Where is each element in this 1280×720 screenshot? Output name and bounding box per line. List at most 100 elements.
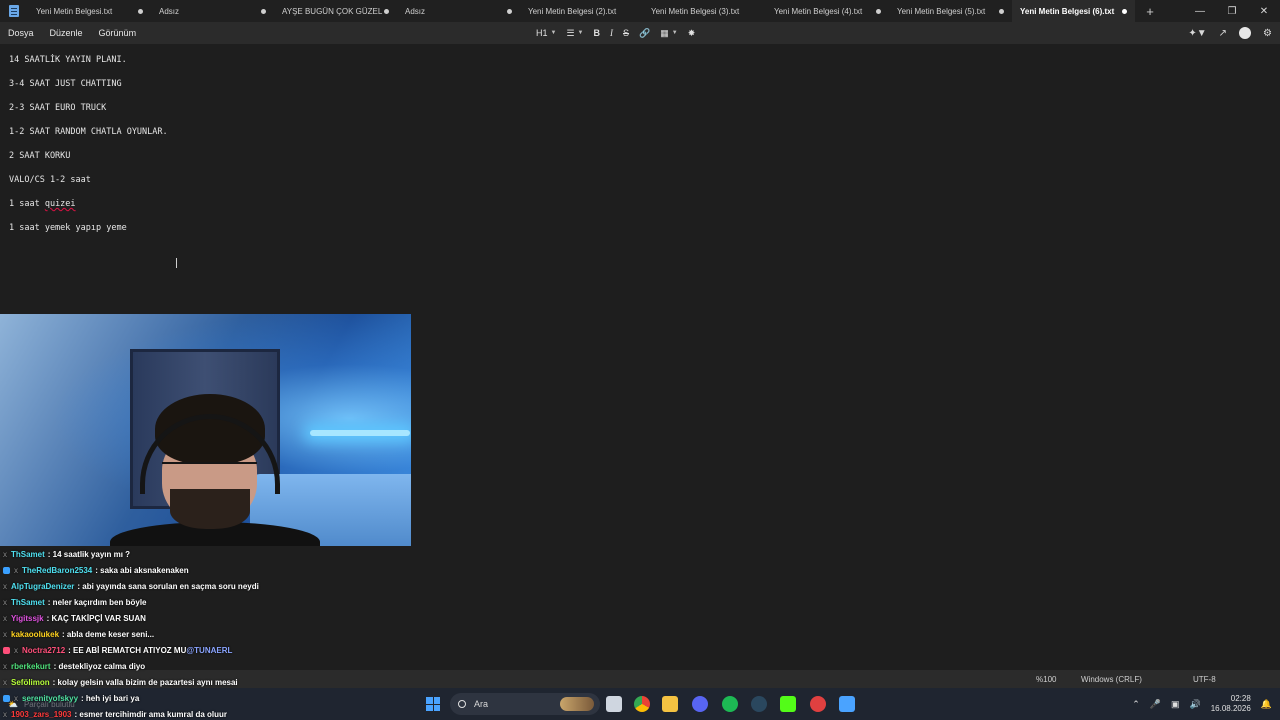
chat-message: x TheRedBaron2534: saka abi aksnakenaken bbox=[0, 562, 420, 578]
list-dropdown[interactable]: ☰ ▼ bbox=[566, 28, 583, 39]
file-explorer-icon[interactable] bbox=[662, 696, 678, 712]
microphone-icon[interactable]: 🎤 bbox=[1150, 699, 1161, 710]
chat-text: : 14 saatlik yayın mı ? bbox=[47, 549, 131, 559]
chat-message: x ThSamet: neler kaçırdım ben böyle bbox=[0, 594, 420, 610]
unsaved-dot-icon[interactable] bbox=[999, 8, 1004, 14]
chat-username: kakaoolukek bbox=[11, 629, 60, 639]
task-view-icon[interactable] bbox=[606, 696, 622, 712]
document-text[interactable]: 14 SAATLİK YAYIN PLANI. 3-4 SAAT JUST CH… bbox=[9, 54, 168, 246]
steam-icon[interactable] bbox=[751, 696, 767, 712]
tab-document-2[interactable]: Yeni Metin Belgesi (2).txt bbox=[520, 0, 643, 22]
tab-label: AYŞE BUGÜN ÇOK GÜZEL bbox=[282, 6, 383, 16]
maximize-icon[interactable]: ❐ bbox=[1216, 0, 1248, 22]
spotify-icon[interactable] bbox=[722, 696, 738, 712]
tab-document-5[interactable]: Yeni Metin Belgesi (5).txt bbox=[889, 0, 1012, 22]
tab-document-1[interactable]: Yeni Metin Belgesi.txt bbox=[28, 0, 151, 22]
strikethrough-button[interactable]: S bbox=[623, 28, 629, 38]
right-toolbar: ✦▼ ↗ ⚙ bbox=[1188, 22, 1272, 44]
chevron-up-icon[interactable]: ⌃ bbox=[1132, 699, 1140, 710]
menu-bar: Dosya Düzenle Görünüm H1 ▼ ☰ ▼ B I S 🔗 ▦ ▼ … bbox=[0, 22, 1280, 44]
chat-message: x Yigitssjk: KAÇ TAKİPÇİ VAR SUAN bbox=[0, 610, 420, 626]
account-avatar-icon[interactable] bbox=[1239, 27, 1252, 39]
chat-username: ThSamet bbox=[11, 597, 45, 607]
new-tab-icon[interactable]: + bbox=[1135, 0, 1165, 22]
chat-badge-icon bbox=[3, 646, 10, 654]
unsaved-dot-icon[interactable] bbox=[876, 8, 881, 14]
bold-button[interactable]: B bbox=[594, 28, 601, 38]
chrome-icon[interactable] bbox=[634, 696, 650, 712]
unsaved-dot-icon[interactable] bbox=[1122, 8, 1127, 14]
unsaved-dot-icon[interactable] bbox=[138, 8, 143, 14]
time: 02:28 bbox=[1230, 694, 1251, 703]
text-line: 1 saat quizei bbox=[9, 198, 168, 222]
settings-gear-icon[interactable]: ⚙ bbox=[1263, 28, 1272, 39]
chat-username: Sefölimon bbox=[11, 677, 50, 687]
menu-edit[interactable]: Düzenle bbox=[42, 28, 91, 38]
tab-untitled-1[interactable]: Adsız bbox=[151, 0, 274, 22]
chat-text: : KAÇ TAKİPÇİ VAR SUAN bbox=[46, 613, 146, 623]
zoom-level[interactable]: %100 bbox=[1036, 675, 1056, 684]
tab-document-4[interactable]: Yeni Metin Belgesi (4).txt bbox=[766, 0, 889, 22]
chat-text: : abla deme keser seni... bbox=[62, 629, 155, 639]
chat-message: x ThSamet: 14 saatlik yayın mı ? bbox=[0, 546, 420, 562]
tab-label: Adsız bbox=[405, 6, 426, 16]
obs-icon[interactable] bbox=[810, 696, 826, 712]
text-line: 1-2 SAAT RANDOM CHATLA OYUNLAR. bbox=[9, 127, 168, 137]
chat-badge-icon bbox=[3, 566, 10, 574]
streamer bbox=[100, 394, 330, 546]
start-windows-icon[interactable] bbox=[426, 697, 440, 711]
chat-message: x serenityofskyy: heh iyi bari ya bbox=[0, 690, 420, 706]
volume-icon[interactable]: 🔊 bbox=[1190, 699, 1201, 710]
unsaved-dot-icon[interactable] bbox=[384, 8, 389, 14]
text-line: 3-4 SAAT JUST CHATTING bbox=[9, 79, 122, 89]
notification-bell-icon[interactable]: 🔔 bbox=[1261, 699, 1272, 710]
chat-text: : kolay gelsin valla bizim de pazartesi … bbox=[52, 677, 238, 687]
chat-mention: @TUNAERL bbox=[186, 645, 233, 655]
taskbar-search[interactable]: Ara bbox=[450, 693, 600, 715]
tab-label: Yeni Metin Belgesi (2).txt bbox=[528, 6, 617, 16]
text-line: 1 saat yemek yapıp yeme bbox=[9, 223, 127, 233]
table-dropdown[interactable]: ▦ ▼ bbox=[660, 28, 677, 39]
encoding[interactable]: UTF-8 bbox=[1193, 675, 1216, 684]
unsaved-dot-icon[interactable] bbox=[261, 8, 266, 14]
tab-document-6-active[interactable]: Yeni Metin Belgesi (6).txt bbox=[1012, 0, 1135, 22]
line-ending[interactable]: Windows (CRLF) bbox=[1081, 675, 1142, 684]
chat-username: rberkekurt bbox=[11, 661, 51, 671]
search-icon bbox=[458, 700, 466, 708]
chat-platform-icon: x bbox=[14, 565, 18, 575]
italic-button[interactable]: I bbox=[610, 28, 613, 38]
tab-label: Adsız bbox=[159, 6, 180, 16]
chat-platform-icon: x bbox=[3, 581, 7, 591]
chat-message: x rberkekurt: destekliyoz calma diyo bbox=[0, 658, 420, 674]
format-toolbar: H1 ▼ ☰ ▼ B I S 🔗 ▦ ▼ ✸ bbox=[536, 22, 695, 44]
kick-icon[interactable] bbox=[780, 696, 796, 712]
link-icon[interactable]: 🔗 bbox=[639, 28, 650, 39]
minimize-icon[interactable]: — bbox=[1184, 0, 1216, 22]
notepad-app-icon bbox=[0, 0, 28, 22]
menu-view[interactable]: Görünüm bbox=[91, 28, 145, 38]
tab-bar: Yeni Metin Belgesi.txt Adsız AYŞE BUGÜN … bbox=[0, 0, 1280, 22]
chevron-down-icon: ▼ bbox=[550, 30, 557, 36]
tab-untitled-2[interactable]: Adsız bbox=[397, 0, 520, 22]
copilot-icon[interactable]: ✦▼ bbox=[1188, 28, 1206, 39]
table-icon: ▦ bbox=[660, 27, 669, 38]
stream-chat-overlay: x ThSamet: 14 saatlik yayın mı ? x TheRedBa… bbox=[0, 546, 420, 720]
tab-label: Yeni Metin Belgesi (4).txt bbox=[774, 6, 863, 16]
notepad-taskbar-icon[interactable] bbox=[839, 696, 855, 712]
tab-label: Yeni Metin Belgesi (6).txt bbox=[1020, 6, 1115, 16]
tab-ayse[interactable]: AYŞE BUGÜN ÇOK GÜZEL bbox=[274, 0, 397, 22]
chat-text: : EE ABİ REMATCH ATIYOZ MU bbox=[68, 645, 187, 655]
network-icon[interactable]: ▣ bbox=[1171, 699, 1180, 710]
clock[interactable]: 02:28 16.08.2026 bbox=[1211, 694, 1251, 714]
clear-formatting-icon[interactable]: ✸ bbox=[688, 28, 696, 39]
share-icon[interactable]: ↗ bbox=[1219, 28, 1227, 39]
discord-icon[interactable] bbox=[692, 696, 708, 712]
unsaved-dot-icon[interactable] bbox=[507, 8, 512, 14]
close-icon[interactable]: ✕ bbox=[1248, 0, 1280, 22]
misspelled-word[interactable]: quizei bbox=[45, 199, 76, 209]
menu-file[interactable]: Dosya bbox=[0, 28, 42, 38]
heading-dropdown[interactable]: H1 ▼ bbox=[536, 28, 556, 38]
chat-platform-icon: x bbox=[3, 677, 7, 687]
chat-text: : esmer tercihimdir ama kumral da oluur bbox=[74, 709, 228, 719]
tab-document-3[interactable]: Yeni Metin Belgesi (3).txt bbox=[643, 0, 766, 22]
